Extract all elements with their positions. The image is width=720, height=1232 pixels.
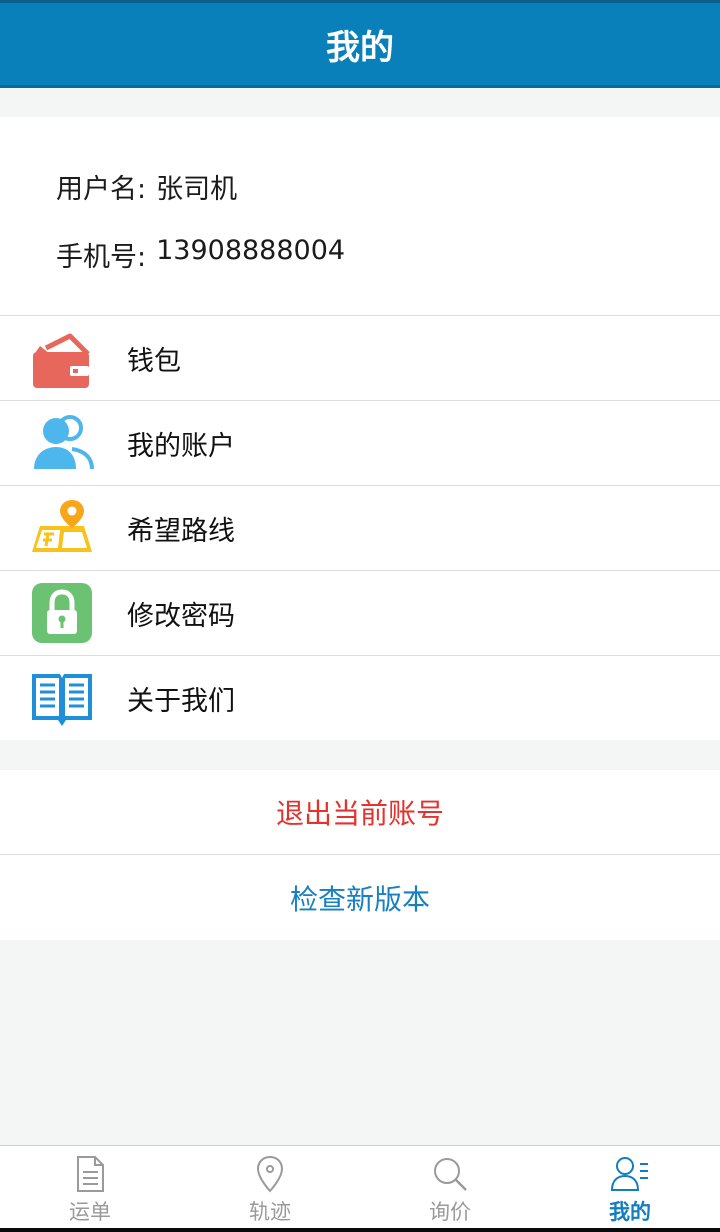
menu-item-route[interactable]: 希望路线 <box>0 485 720 570</box>
top-app-bar: 我的 <box>0 0 720 88</box>
document-icon <box>77 1156 104 1192</box>
username-value: 张司机 <box>156 174 238 205</box>
bottom-tab-bar: 运单 轨迹 询价 我的 <box>0 1145 720 1232</box>
phone-value: 13908888004 <box>156 235 346 266</box>
tab-label: 询价 <box>429 1200 471 1224</box>
location-pin-icon <box>256 1155 284 1193</box>
user-info-card: 用户名: 张司机 手机号: 13908888004 <box>0 117 720 315</box>
menu-item-label: 我的账户 <box>127 430 235 462</box>
menu-item-about[interactable]: 关于我们 <box>0 655 720 740</box>
tab-quote[interactable]: 询价 <box>360 1146 540 1232</box>
menu-item-label: 修改密码 <box>127 600 235 632</box>
profile-icon <box>610 1157 648 1191</box>
username-row: 用户名: 张司机 <box>56 167 237 206</box>
tab-waybill[interactable]: 运单 <box>0 1146 180 1232</box>
search-icon <box>434 1158 467 1191</box>
tab-label: 我的 <box>609 1200 651 1224</box>
tab-mine[interactable]: 我的 <box>540 1146 720 1232</box>
book-icon <box>32 674 92 726</box>
page-title: 我的 <box>326 27 394 68</box>
logout-button[interactable]: 退出当前账号 <box>0 770 720 855</box>
menu-item-account[interactable]: 我的账户 <box>0 400 720 485</box>
tab-track[interactable]: 轨迹 <box>180 1146 360 1232</box>
bottom-edge <box>0 1228 720 1232</box>
menu-item-label: 关于我们 <box>127 685 235 717</box>
account-actions: 退出当前账号 检查新版本 <box>0 770 720 940</box>
menu-item-label: 钱包 <box>127 345 181 377</box>
menu-item-label: 希望路线 <box>127 515 235 547</box>
phone-label: 手机号: <box>56 242 147 273</box>
wallet-icon <box>33 333 90 388</box>
menu-item-wallet[interactable]: 钱包 <box>0 315 720 400</box>
tab-label: 运单 <box>69 1200 111 1224</box>
route-map-icon <box>32 500 92 552</box>
tab-label: 轨迹 <box>249 1200 291 1224</box>
menu-item-change-password[interactable]: 修改密码 <box>0 570 720 655</box>
username-label: 用户名: <box>56 174 147 205</box>
lock-icon <box>32 583 92 643</box>
phone-row: 手机号: 13908888004 <box>56 235 345 274</box>
check-update-button[interactable]: 检查新版本 <box>0 855 720 940</box>
profile-menu: 钱包 我的账户 希望路线 修改密码 关于我们 <box>0 315 720 740</box>
account-icon <box>34 415 94 470</box>
